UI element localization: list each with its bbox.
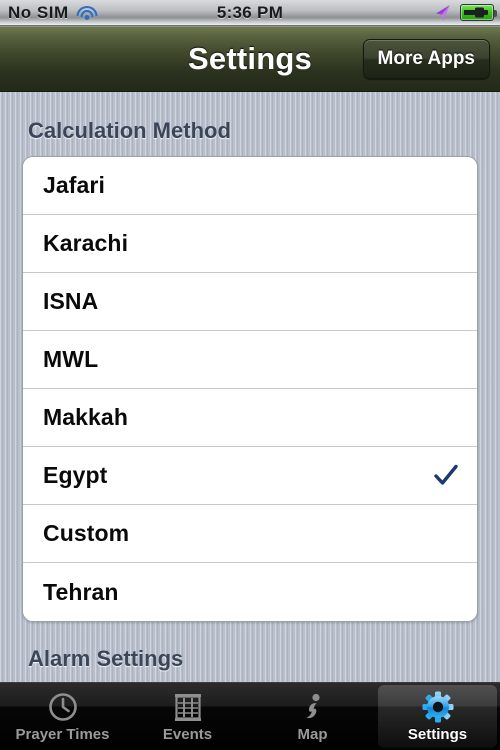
status-bar-clock: 5:36 PM (216, 2, 284, 22)
list-item[interactable]: Jafari (23, 157, 477, 215)
tab-bar: Prayer Times Events Map Settings (0, 682, 500, 750)
calculation-method-list: Jafari Karachi ISNA MWL Makkah Egypt Cus… (22, 156, 478, 622)
tab-settings[interactable]: Settings (375, 683, 500, 750)
tab-label: Map (297, 725, 328, 743)
list-item-label: Tehran (43, 578, 119, 605)
list-item-label: Egypt (43, 462, 108, 488)
gear-icon (422, 691, 454, 723)
tab-label: Prayer Times (15, 725, 110, 743)
list-item-selected[interactable]: Egypt (23, 447, 477, 505)
section-header-alarm-settings: Alarm Settings (28, 646, 184, 671)
clock-icon (48, 691, 78, 723)
navigation-bar: Settings More Apps (0, 26, 500, 92)
tab-prayer-times[interactable]: Prayer Times (0, 683, 125, 750)
tab-label: Events (162, 725, 213, 743)
calendar-icon (174, 691, 202, 723)
checkmark-icon (433, 463, 459, 489)
page-title: Settings (188, 40, 312, 76)
list-item[interactable]: ISNA (23, 273, 477, 331)
list-item-label: ISNA (43, 288, 99, 314)
status-bar: No SIM 5:36 PM (0, 0, 500, 26)
settings-scroll-view[interactable]: Calculation Method Jafari Karachi ISNA M… (0, 92, 500, 750)
list-item-label: Jafari (43, 172, 105, 198)
battery-charging-icon (460, 4, 497, 21)
list-item-label: Custom (43, 520, 130, 546)
list-item[interactable]: MWL (23, 331, 477, 389)
tab-events[interactable]: Events (125, 683, 250, 750)
list-item[interactable]: Karachi (23, 215, 477, 273)
list-item[interactable]: Custom (23, 505, 477, 563)
list-item[interactable]: Tehran (23, 563, 477, 621)
more-apps-button[interactable]: More Apps (362, 39, 490, 79)
section-header-calculation-method: Calculation Method (28, 118, 231, 143)
list-item-label: Makkah (43, 404, 128, 430)
tab-label: Settings (407, 725, 468, 743)
info-icon (300, 691, 326, 723)
list-item-label: MWL (43, 346, 99, 372)
list-item[interactable]: Makkah (23, 389, 477, 447)
tab-map[interactable]: Map (250, 683, 375, 750)
list-item-label: Karachi (43, 230, 129, 256)
app-screen: No SIM 5:36 PM Settings More Apps Calcul… (0, 0, 500, 750)
